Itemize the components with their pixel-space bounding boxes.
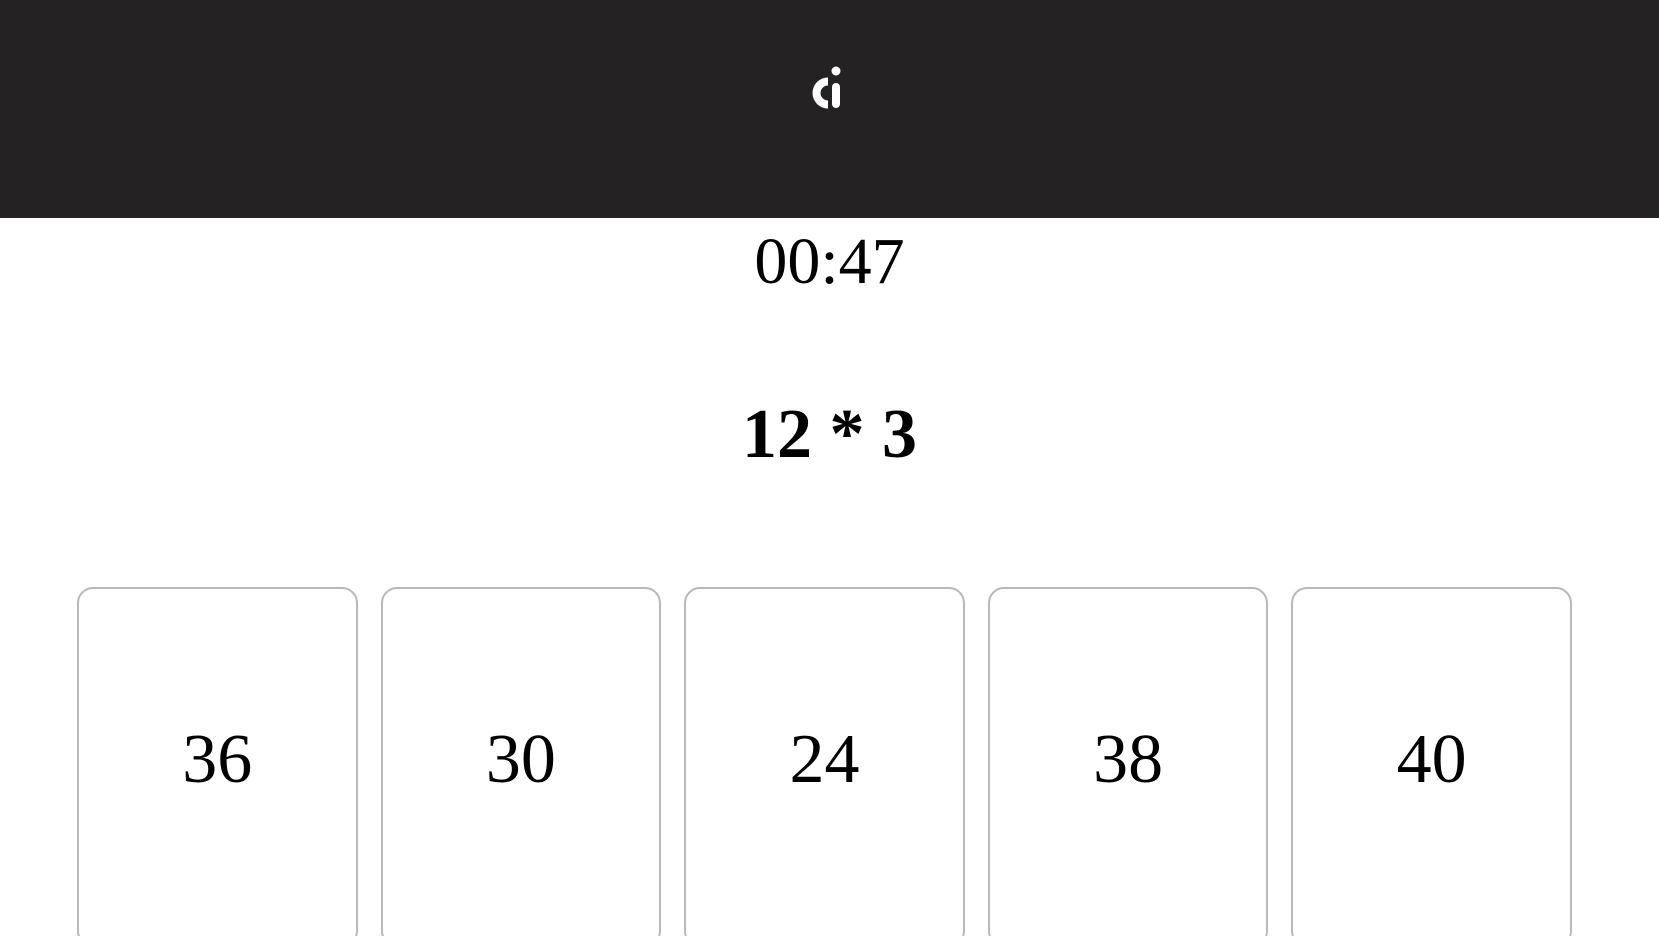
answer-options: 36 30 24 38 40 <box>77 587 1572 936</box>
answer-option[interactable]: 30 <box>380 587 662 936</box>
countdown-timer: 00:47 <box>754 225 905 298</box>
header-bar <box>0 0 1659 218</box>
ci-logo-icon <box>812 66 841 109</box>
answer-option[interactable]: 36 <box>77 587 358 936</box>
answer-option[interactable]: 40 <box>1291 587 1572 936</box>
answer-option[interactable]: 38 <box>987 587 1269 936</box>
question-text: 12 * 3 <box>742 396 917 473</box>
answer-option[interactable]: 24 <box>684 587 965 936</box>
quiz-page: 00:47 12 * 3 36 30 24 38 40 <box>0 0 1659 936</box>
